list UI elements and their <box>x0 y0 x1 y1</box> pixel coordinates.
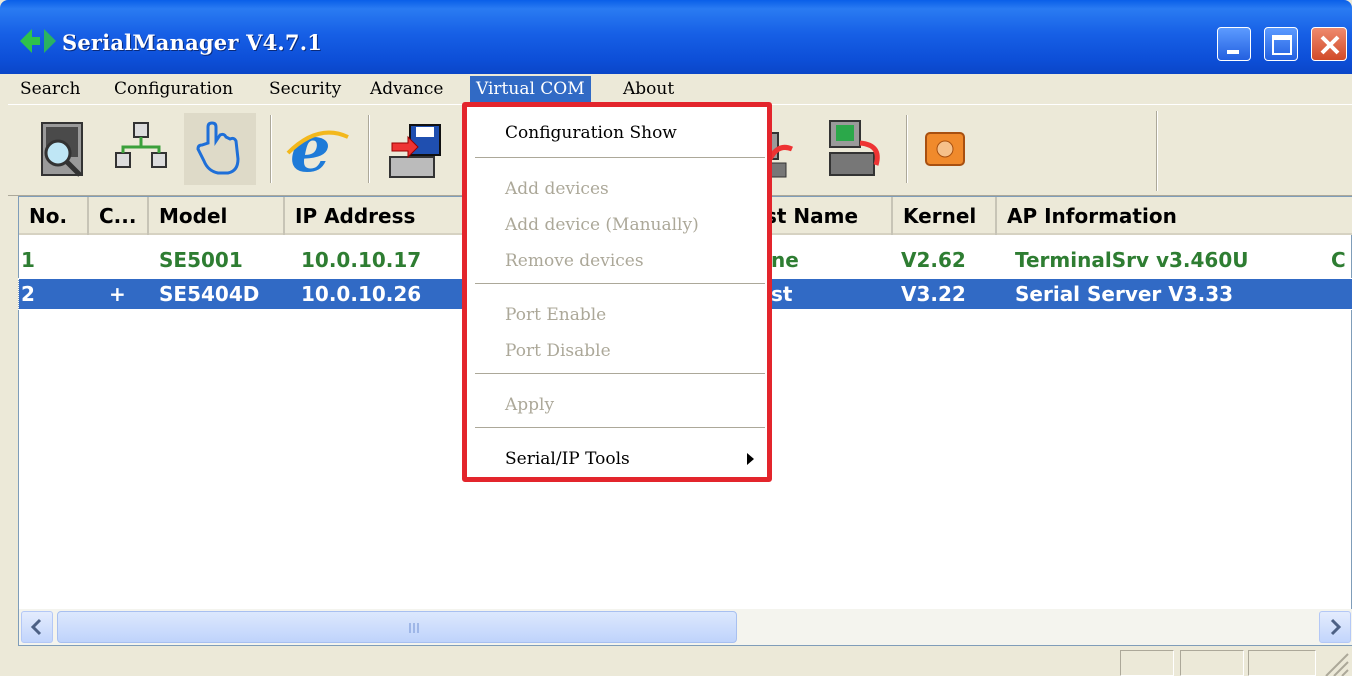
cell-kernel: V2.62 <box>901 248 966 272</box>
minimize-icon <box>1227 50 1239 54</box>
telephone-icon <box>925 132 965 166</box>
column-c[interactable]: C... <box>89 197 149 235</box>
cell-host: ne <box>771 248 799 272</box>
menu-item-apply[interactable]: Apply <box>505 391 554 419</box>
menu-virtual-com[interactable]: Virtual COM <box>470 76 591 102</box>
menu-item-configuration-show[interactable]: Configuration Show <box>505 119 677 147</box>
scroll-left-button[interactable] <box>21 611 53 643</box>
column-ap-information[interactable]: AP Information <box>997 197 1352 235</box>
cell-c: + <box>109 282 126 306</box>
cell-model: SE5404D <box>159 282 260 306</box>
cell-model: SE5001 <box>159 248 243 272</box>
cell-kernel: V3.22 <box>901 282 966 306</box>
column-ip-address[interactable]: IP Address <box>285 197 475 235</box>
status-panel <box>1120 650 1174 676</box>
title-bar: SerialManager V4.7.1 <box>0 0 1352 74</box>
close-button[interactable] <box>1311 27 1347 61</box>
window-title: SerialManager V4.7.1 <box>62 30 323 55</box>
internet-explorer-icon: e <box>286 112 349 187</box>
cell-ip: 10.0.10.26 <box>301 282 422 306</box>
network-button[interactable] <box>106 113 178 185</box>
hand-pointer-icon <box>196 121 240 175</box>
horizontal-scrollbar[interactable] <box>19 609 1352 645</box>
save-to-device-button[interactable] <box>380 113 452 185</box>
menu-item-remove-devices[interactable]: Remove devices <box>505 247 644 275</box>
chevron-right-icon <box>1330 618 1342 636</box>
network-icon <box>115 122 167 168</box>
status-panel <box>1180 650 1244 676</box>
close-icon <box>1320 35 1340 55</box>
chevron-left-icon <box>30 618 42 636</box>
search-device-icon <box>41 122 83 177</box>
status-panel <box>1248 650 1316 676</box>
submenu-arrow-icon <box>747 453 754 465</box>
search-device-button[interactable] <box>30 113 102 185</box>
menu-security[interactable]: Security <box>263 76 347 102</box>
com-disconnect-icon <box>829 120 880 176</box>
scroll-thumb[interactable] <box>57 611 737 643</box>
virtual-com-menu: Configuration Show Add devices Add devic… <box>462 102 772 482</box>
menu-item-serial-ip-tools[interactable]: Serial/IP Tools <box>505 445 630 473</box>
cell-extra: C <box>1331 248 1346 272</box>
menu-about[interactable]: About <box>617 76 680 102</box>
com-disconnect-button[interactable] <box>820 113 892 185</box>
menu-item-add-device-manually[interactable]: Add device (Manually) <box>505 211 699 239</box>
menu-item-port-enable[interactable]: Port Enable <box>505 301 606 329</box>
maximize-button[interactable] <box>1264 27 1298 61</box>
menu-separator <box>475 373 765 375</box>
menu-separator <box>475 427 765 429</box>
app-icon <box>20 29 56 53</box>
column-model[interactable]: Model <box>149 197 285 235</box>
column-kernel[interactable]: Kernel <box>893 197 997 235</box>
menu-advance[interactable]: Advance <box>364 76 449 102</box>
hand-pointer-button[interactable] <box>184 113 256 185</box>
column-no[interactable]: No. <box>19 197 89 235</box>
menu-configuration[interactable]: Configuration <box>108 76 239 102</box>
menu-item-port-disable[interactable]: Port Disable <box>505 337 611 365</box>
column-host-name[interactable]: st Name <box>765 197 893 235</box>
toolbar-separator <box>270 115 272 183</box>
minimize-button[interactable] <box>1217 27 1251 61</box>
svg-text:e: e <box>290 113 331 185</box>
grip-icon <box>409 623 419 633</box>
resize-grip-icon[interactable] <box>1322 650 1350 676</box>
cell-ip: 10.0.10.17 <box>301 248 422 272</box>
internet-explorer-button[interactable]: e <box>282 112 354 187</box>
cell-no: 1 <box>21 248 35 272</box>
menu-separator <box>475 157 765 159</box>
toolbar-separator <box>368 115 370 183</box>
cell-no: 2 <box>21 282 35 306</box>
maximize-icon <box>1272 35 1292 55</box>
toolbar-end-separator <box>1156 111 1158 191</box>
menu-separator <box>475 283 765 285</box>
menu-item-add-devices[interactable]: Add devices <box>505 175 609 203</box>
menu-bar: Search Configuration Security Advance Vi… <box>0 74 1352 104</box>
menu-search[interactable]: Search <box>14 76 86 102</box>
cell-ap: Serial Server V3.33 <box>1015 282 1234 306</box>
cell-ap: TerminalSrv v3.460U <box>1015 248 1249 272</box>
toolbar-separator <box>906 115 908 183</box>
scroll-right-button[interactable] <box>1319 611 1351 643</box>
cell-host: st <box>771 282 793 306</box>
telephone-button[interactable] <box>920 113 992 185</box>
status-bar <box>0 646 1352 676</box>
save-to-device-icon <box>389 124 441 178</box>
